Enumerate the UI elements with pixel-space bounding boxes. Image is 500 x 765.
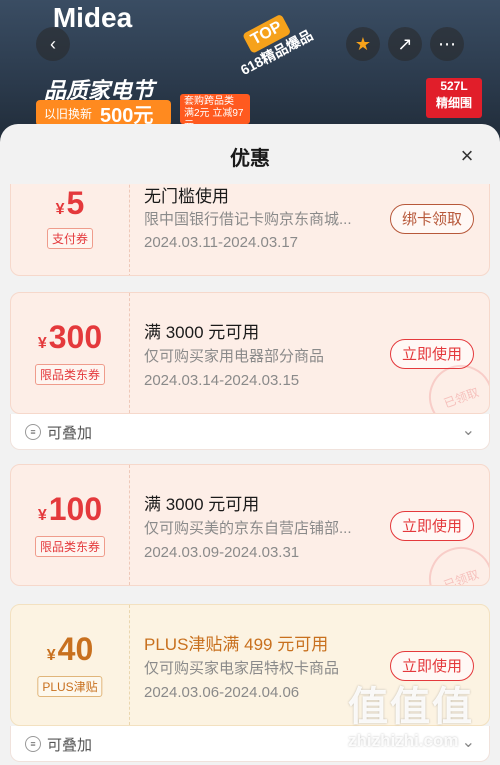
amount-value: 5 [66,185,85,221]
back-button[interactable]: ‹ [36,27,70,61]
coupon-description: 仅可购买美的京东自营店铺部... [144,520,352,537]
coupon-title: 无门槛使用 [144,187,229,206]
close-button[interactable]: × [454,143,480,169]
stackable-label: 可叠加 [47,737,93,754]
stack-icon: ≡ [25,736,41,752]
coupon-date: 2024.03.09-2024.03.31 [144,544,300,561]
coupon-title: PLUS津贴满 499 元可用 [144,635,329,654]
chevron-down-icon: ⌄ [461,422,475,439]
coupon-type-tag: 限品类东券 [34,364,106,385]
coupon-date: 2024.03.11-2024.03.17 [144,234,299,251]
currency-symbol: ¥ [37,507,47,524]
coupon-date: 2024.03.06-2024.04.06 [144,684,300,701]
site-watermark: 值值值 zhizhizhi.com [348,683,488,763]
coupon-card: ¥5 支付券 无门槛使用 限中国银行借记卡购京东商城... 2024.03.11… [10,184,490,276]
watermark-logo: 值值值 [348,685,474,729]
close-icon: × [460,143,474,168]
use-now-button[interactable]: 立即使用 [390,651,474,681]
bundle-promo: 套购跨品类 满2元 立减97元 [180,94,250,131]
sheet-title: 优惠 [230,148,270,170]
coupon-description: 仅可购买家电家居特权卡商品 [144,660,340,677]
currency-symbol: ¥ [55,201,65,218]
coupon-description: 限中国银行借记卡购京东商城... [144,211,352,228]
more-button[interactable]: ⋯ [430,27,464,61]
use-now-button[interactable]: 立即使用 [390,511,474,541]
coupon-type-tag: 限品类东券 [34,536,106,557]
coupon-list[interactable]: ¥5 支付券 无门槛使用 限中国银行借记卡购京东商城... 2024.03.11… [0,184,500,765]
stackable-label: 可叠加 [47,425,93,442]
coupon-value-area: ¥300 限品类东券 [11,293,130,413]
coupon-card: ¥300 限品类东券 满 3000 元可用 仅可购买家用电器部分商品 2024.… [10,292,490,414]
coupon-value-area: ¥100 限品类东券 [11,465,130,585]
chevron-left-icon: ‹ [50,33,56,54]
coupon-amount: ¥40 [11,631,129,668]
currency-symbol: ¥ [46,647,56,664]
product-size-label: 精细围 [435,96,472,110]
trade-in-label: 以旧换新 [44,106,93,121]
amount-value: 300 [48,319,103,355]
share-button[interactable]: ↗ [388,27,422,61]
product-size-badge: 527L 精细围 [426,78,482,118]
coupon-description: 仅可购买家用电器部分商品 [144,348,325,365]
bind-card-claim-button[interactable]: 绑卡领取 [390,204,474,234]
star-icon: ★ [354,33,372,54]
offers-sheet: 优惠 × ¥5 支付券 无门槛使用 限中国银行借记卡购京东商城... 2024.… [0,124,500,765]
coupon-amount: ¥300 [11,319,129,356]
claimed-stamp: 已领取 [419,537,489,585]
coupon-type-tag: 支付券 [46,228,94,249]
coupon-title: 满 3000 元可用 [144,495,260,514]
coupon-value-area: ¥40 PLUS津贴 [11,605,130,725]
stack-icon: ≡ [25,424,41,440]
coupon-type-tag: PLUS津贴 [37,676,103,697]
top-618-badge: TOP 618精品爆品 [222,3,334,107]
coupon-amount: ¥100 [11,491,129,528]
coupon-value-area: ¥5 支付券 [11,184,130,275]
coupon-amount: ¥5 [11,185,129,222]
stackable-row[interactable]: ≡ 可叠加 ⌄ [10,414,490,450]
amount-value: 100 [48,491,103,527]
favorite-button[interactable]: ★ [346,27,380,61]
coupon-card: ¥100 限品类东券 满 3000 元可用 仅可购买美的京东自营店铺部... 2… [10,464,490,586]
share-icon: ↗ [397,33,413,54]
amount-value: 40 [57,631,94,667]
coupon-date: 2024.03.14-2024.03.15 [144,372,300,389]
more-icon: ⋯ [438,33,456,54]
trade-in-strip: 以旧换新 500元 [36,100,171,127]
product-size: 527L [440,79,468,93]
watermark-url: zhizhizhi.com [348,731,459,750]
currency-symbol: ¥ [37,335,47,352]
coupon-title: 满 3000 元可用 [144,323,260,342]
